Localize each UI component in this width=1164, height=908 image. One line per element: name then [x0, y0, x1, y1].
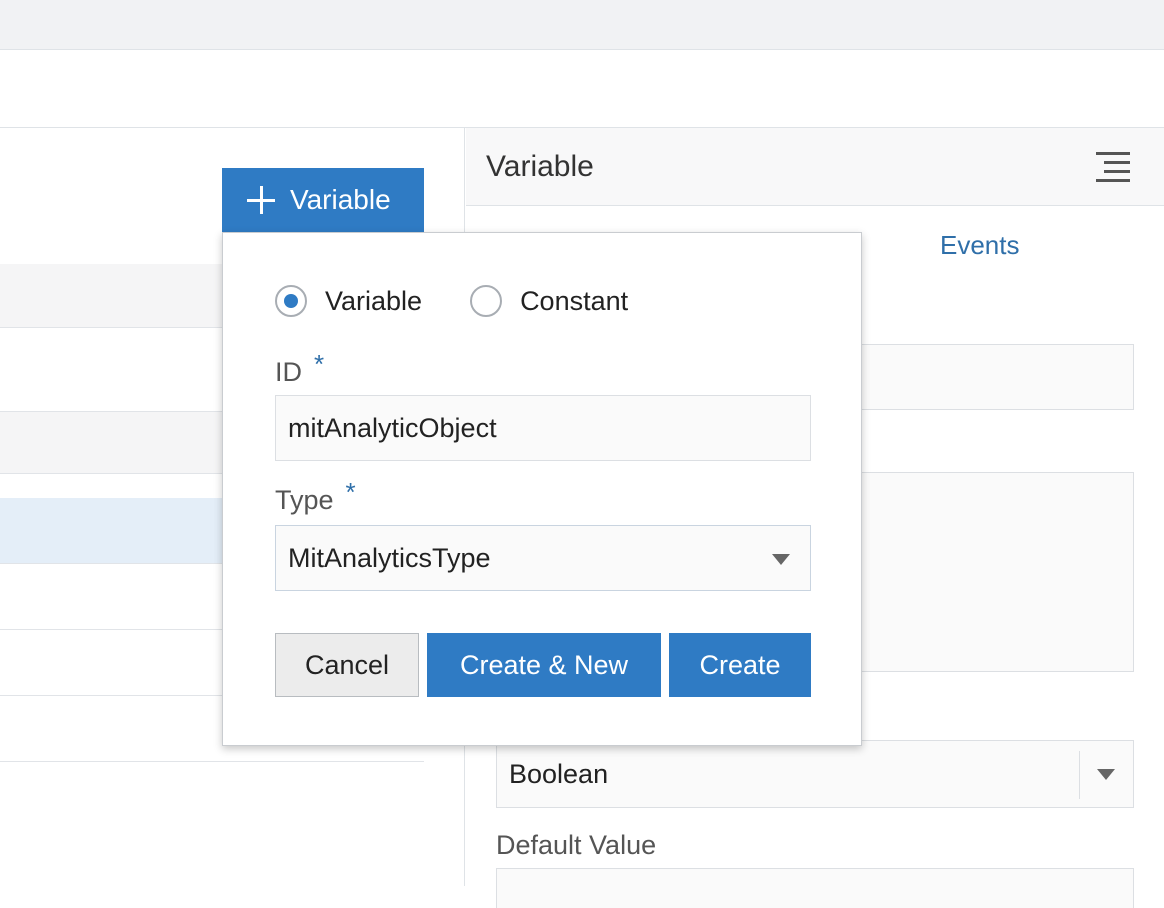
radio-variable-label: Variable — [325, 285, 423, 316]
radio-checked-icon — [275, 285, 307, 317]
create-variable-popup: Variable Constant ID * Type * MitAnalytics… — [222, 232, 862, 746]
radio-unchecked-icon — [470, 285, 503, 317]
create-button[interactable]: Create — [669, 633, 811, 697]
type-select-value: Boolean — [509, 759, 609, 789]
chevron-down-icon — [1097, 769, 1115, 780]
id-input[interactable] — [275, 395, 811, 461]
create-and-new-button[interactable]: Create & New — [427, 633, 661, 697]
type-select-input-value: MitAnalyticsType — [288, 543, 491, 573]
type-select[interactable]: Boolean — [496, 740, 1134, 808]
properties-header: Variable — [466, 128, 1164, 206]
required-marker: * — [314, 349, 325, 379]
radio-constant[interactable]: Constant — [470, 285, 628, 317]
radio-variable[interactable]: Variable — [275, 285, 422, 317]
type-label: Type * — [275, 477, 356, 516]
id-label-text: ID — [275, 357, 302, 387]
cancel-button[interactable]: Cancel — [275, 633, 419, 697]
type-select-input[interactable]: MitAnalyticsType — [275, 525, 811, 591]
default-value-input[interactable] — [496, 868, 1134, 908]
menu-icon[interactable] — [1096, 152, 1130, 182]
properties-title: Variable — [486, 150, 594, 183]
required-marker: * — [345, 477, 356, 507]
id-label: ID * — [275, 349, 324, 388]
sub-header-bar — [0, 50, 1164, 128]
type-label-text: Type — [275, 485, 334, 515]
tab-events[interactable]: Events — [940, 230, 1020, 261]
variable-kind-radio-group: Variable Constant — [275, 285, 676, 317]
radio-constant-label: Constant — [520, 285, 629, 316]
add-variable-button[interactable]: Variable — [222, 168, 424, 232]
default-value-label: Default Value — [496, 830, 657, 860]
add-variable-label: Variable — [290, 184, 391, 215]
top-bar — [0, 0, 1164, 50]
select-divider — [1079, 751, 1080, 799]
chevron-down-icon — [772, 554, 790, 565]
plus-icon — [246, 185, 276, 215]
